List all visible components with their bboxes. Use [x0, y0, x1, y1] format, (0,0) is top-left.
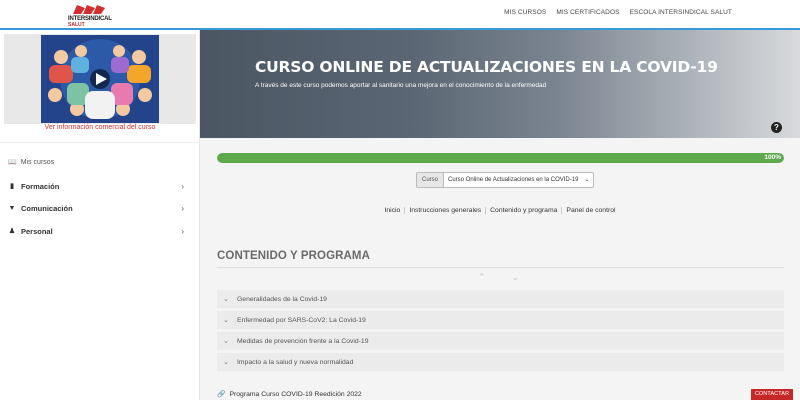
help-icon[interactable]: ? [771, 122, 782, 133]
sidebar-item-personal[interactable]: ♟ Personal › [8, 225, 188, 237]
chevron-up-icon[interactable]: ⌃ [478, 272, 486, 283]
course-title: CURSO ONLINE DE ACTUALIZACIONES EN LA CO… [255, 58, 718, 76]
sidebar-item-label: Formación [21, 181, 60, 191]
course-selector[interactable]: Curso Curso Online de Actualizaciones en… [416, 172, 595, 188]
chevron-down-icon[interactable]: ⌄ [512, 272, 520, 283]
top-header: INTERSINDICAL SALUT MIS CURSOS MIS CERTI… [0, 0, 800, 30]
accordion-item-label: Enfermedad por SARS-CoV2: La Covid-19 [237, 316, 366, 324]
course-banner: CURSO ONLINE DE ACTUALIZACIONES EN LA CO… [200, 30, 800, 138]
open-book-icon: 📖 [8, 159, 17, 166]
course-selector-label: Curso [417, 173, 445, 187]
expand-collapse-controls: ⌃ ⌄ [478, 272, 519, 283]
subnav-panel[interactable]: Panel de control [562, 207, 619, 214]
chevron-right-icon: › [181, 203, 184, 213]
section-title: CONTENIDO Y PROGRAMA [217, 250, 371, 262]
accordion-item-label: Generalidades de la Covid-19 [237, 295, 327, 303]
course-subtitle: A través de este curso podemos aportar a… [255, 82, 547, 89]
video-illustration [41, 35, 159, 123]
main-content: 100% Curso Curso Online de Actualizacion… [200, 138, 800, 400]
accordion-item[interactable]: ⌄ Enfermedad por SARS-CoV2: La Covid-19 [217, 311, 784, 330]
chevron-down-icon: ⌄ [223, 317, 229, 324]
course-video-thumbnail[interactable] [41, 35, 159, 123]
sidebar-item-comunicacion[interactable]: ▼ Comunicación › [8, 202, 188, 214]
nav-mis-cursos[interactable]: MIS CURSOS [504, 9, 546, 16]
chevron-right-icon: › [181, 226, 184, 236]
sidebar: Ver información comercial del curso 📖 Mi… [0, 30, 200, 400]
sidebar-item-label: Comunicación [21, 203, 73, 213]
course-video-thumbnail-frame [4, 34, 196, 124]
progress-label: 100% [764, 154, 781, 161]
contact-button[interactable]: CONTACTAR [751, 389, 793, 400]
program-link[interactable]: 🔗 Programa Curso COVID-19 Reedición 2022 [217, 390, 362, 399]
sidebar-item-formacion[interactable]: ▮ Formación › [8, 180, 188, 192]
nav-escola[interactable]: ESCOLA INTERSINDICAL SALUT [630, 9, 732, 16]
course-select-value: Curso Online de Actualizaciones en la CO… [448, 177, 579, 183]
accordion-item[interactable]: ⌄ Impacto a la salud y nueva normalidad [217, 353, 784, 372]
book-icon: ▮ [10, 183, 14, 190]
chevron-right-icon: › [181, 181, 184, 191]
sidebar-mis-cursos[interactable]: 📖 Mis cursos [8, 158, 55, 167]
sidebar-item-label: Personal [21, 226, 53, 236]
chevron-down-icon: ⌄ [223, 359, 229, 366]
progress-fill [217, 153, 784, 163]
logo-flag-icon [73, 5, 105, 14]
accordion-item-label: Impacto a la salud y nueva normalidad [237, 358, 354, 366]
logo[interactable]: INTERSINDICAL SALUT [68, 4, 114, 28]
sidebar-divider [0, 142, 200, 143]
accordion-item[interactable]: ⌄ Generalidades de la Covid-19 [217, 290, 784, 309]
subnav-contenido[interactable]: Contenido y programa [486, 207, 563, 214]
chevron-down-icon: ⌄ [223, 296, 229, 303]
user-icon: ♟ [8, 228, 16, 235]
progress-bar: 100% [217, 153, 784, 163]
nav-mis-certificados[interactable]: MIS CERTIFICADOS [556, 9, 619, 16]
accordion-item-label: Medidas de prevención frente a la Covid-… [237, 337, 369, 345]
chat-icon: ▼ [8, 204, 16, 212]
top-nav: MIS CURSOS MIS CERTIFICADOS ESCOLA INTER… [504, 9, 732, 16]
course-select-dropdown[interactable]: Curso Online de Actualizaciones en la CO… [444, 173, 593, 187]
subnav-inicio[interactable]: Inicio [380, 207, 406, 214]
accordion-item[interactable]: ⌄ Medidas de prevención frente a la Covi… [217, 332, 784, 351]
link-icon: 🔗 [217, 391, 226, 398]
commercial-info-link[interactable]: Ver información comercial del curso [0, 124, 200, 131]
subnav-instrucciones[interactable]: Instrucciones generales [405, 207, 487, 214]
logo-subtext: SALUT [68, 22, 85, 28]
sidebar-mis-cursos-label: Mis cursos [20, 158, 55, 166]
section-divider [217, 267, 784, 268]
program-link-label: Programa Curso COVID-19 Reedición 2022 [229, 390, 362, 398]
course-subnav: Inicio Instrucciones generales Contenido… [200, 207, 800, 214]
chevron-down-icon: ⌄ [584, 177, 590, 183]
chevron-down-icon: ⌄ [223, 338, 229, 345]
